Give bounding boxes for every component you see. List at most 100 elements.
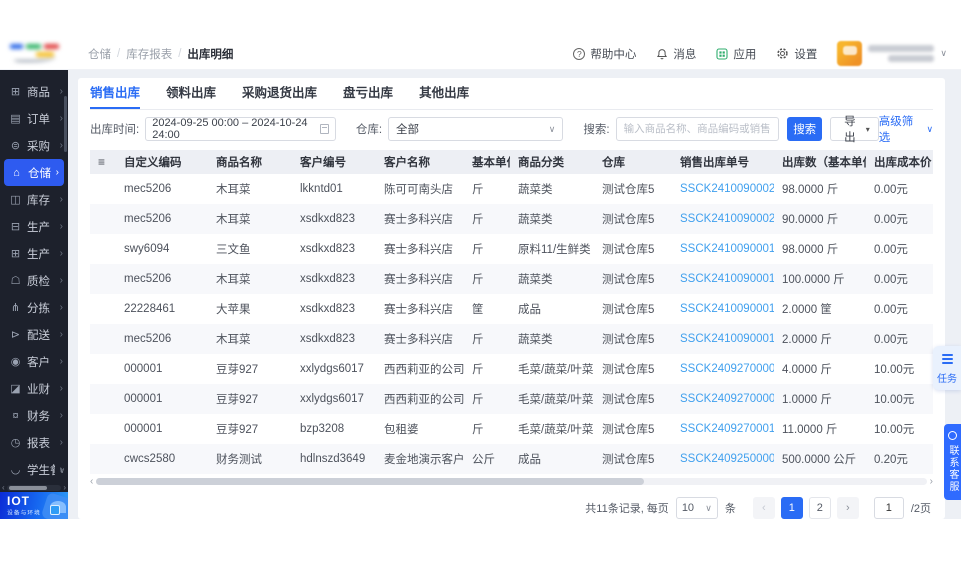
cell-customer_no: xxlydgs6017 xyxy=(300,393,364,405)
cell-category: 毛菜/蔬菜/叶菜 xyxy=(518,424,594,436)
page-button-2[interactable]: 2 xyxy=(808,497,831,519)
cell-customer_no: hdlnszd3649 xyxy=(300,453,366,465)
tab-other-outbound[interactable]: 其他出库 xyxy=(419,78,469,109)
cell-warehouse: 测试仓库5 xyxy=(602,304,655,316)
sidebar-item-finance[interactable]: ¤ 财务 › xyxy=(0,402,68,429)
table-hscroll-thumb[interactable] xyxy=(96,478,645,485)
export-button[interactable]: 导出 ▾ xyxy=(829,116,879,144)
row-spacer xyxy=(90,174,116,204)
page-button-1[interactable]: 1 xyxy=(780,497,803,519)
chevron-right-icon: › xyxy=(59,356,63,367)
sidebar-item-customer[interactable]: ◉ 客户 › xyxy=(0,348,68,375)
cell-warehouse: 测试仓库5 xyxy=(602,334,655,346)
page-size-select[interactable]: 10 ∨ xyxy=(675,497,718,519)
sidebar-item-report[interactable]: ◷ 报表 › xyxy=(0,429,68,456)
cell-order_no[interactable]: SSCK24100900021 xyxy=(672,174,774,204)
cell-name: 木耳菜 xyxy=(216,214,251,226)
cell-unit: 斤 xyxy=(472,274,484,286)
cell-order_no[interactable]: SSCK24092700004 xyxy=(672,354,774,384)
app-logo[interactable] xyxy=(8,41,66,67)
settings-button[interactable]: 设置 xyxy=(776,46,817,62)
warehouse-select[interactable]: 全部 ∨ xyxy=(388,117,564,141)
sidebar-hscrollbar[interactable]: ‹ › xyxy=(0,483,68,492)
page-jump-input[interactable] xyxy=(873,497,904,519)
cell-order_no[interactable]: SSCK24100900015 xyxy=(672,294,774,324)
topbar: 仓储 / 库存报表 / 出库明细 ? 帮助中心 消息 应用 设置 ∨ xyxy=(0,38,961,70)
sidebar-item-student-meal[interactable]: ◡学生餐› xyxy=(0,456,68,483)
help-center-button[interactable]: ? 帮助中心 xyxy=(573,46,636,62)
messages-button[interactable]: 消息 xyxy=(656,46,696,62)
sidebar-item-delivery[interactable]: ⊳ 配送 › xyxy=(0,321,68,348)
contact-support-widget[interactable]: 联系客服 xyxy=(944,424,961,500)
product-icon: ⊞ xyxy=(10,86,21,98)
record-summary: 共11条记录, 每页 xyxy=(585,503,669,515)
sidebar-hscroll-thumb[interactable] xyxy=(8,485,47,490)
date-range-input[interactable]: 2024-09-25 00:00 – 2024-10-24 24:00 xyxy=(145,117,336,141)
chevron-right-icon: › xyxy=(59,383,63,394)
cell-customer_no: xsdkxd823 xyxy=(300,303,355,315)
report-icon: ◷ xyxy=(10,437,21,449)
sidebar-item-biz-finance[interactable]: ◪ 业财 › xyxy=(0,375,68,402)
prev-page-button[interactable]: ‹ xyxy=(752,497,775,519)
bell-icon xyxy=(657,48,668,59)
chevron-right-icon: › xyxy=(59,437,63,448)
scroll-right-icon[interactable]: › xyxy=(930,477,933,487)
cell-order_no[interactable]: SSCK24092700004 xyxy=(672,384,774,414)
row-spacer xyxy=(90,444,116,474)
cell-qty: 100.0000 斤 xyxy=(782,274,845,286)
sidebar-item-quality[interactable]: ☖ 质检 › xyxy=(0,267,68,294)
chevron-down-icon: ∨ xyxy=(940,48,947,58)
breadcrumb: 仓储 / 库存报表 / 出库明细 xyxy=(88,46,233,62)
sidebar-scroll-down-icon[interactable]: ∨ xyxy=(59,466,65,475)
apps-button[interactable]: 应用 xyxy=(716,46,756,62)
tab-material-outbound[interactable]: 领料出库 xyxy=(166,78,216,109)
breadcrumb-item-inventory-report[interactable]: 库存报表 xyxy=(126,46,172,62)
search-input[interactable] xyxy=(615,117,780,141)
cell-order_no[interactable]: SSCK24092500004 xyxy=(672,444,774,474)
sidebar-item-label: 配送 xyxy=(27,329,50,342)
caret-down-icon: ▾ xyxy=(865,124,870,134)
sidebar-menu: ⊞ 商品 › ▤ 订单 › ⊜ 采购 › ⌂ 仓储 › ◫ 库存 › ⊟ 生产 › ⊞ 生产 › ☖ 质检 › ⋔ 分拣 › ⊳ 配送 ›… xyxy=(0,70,68,483)
table-hscrollbar[interactable]: ‹ › xyxy=(90,477,933,487)
cell-customer_name: 麦金地演示客户 xyxy=(384,454,464,466)
scroll-left-icon[interactable]: ‹ xyxy=(90,477,93,487)
iot-banner[interactable]: IOT 设备与环境 xyxy=(0,492,68,519)
column-settings-icon[interactable]: ≡ xyxy=(90,150,116,174)
chevron-right-icon: › xyxy=(59,140,63,151)
cell-order_no[interactable]: SSCK24100900017 xyxy=(672,264,774,294)
breadcrumb-item-warehouse[interactable]: 仓储 xyxy=(88,46,111,62)
cell-warehouse: 测试仓库5 xyxy=(602,274,655,286)
sidebar-item-production[interactable]: ⊟ 生产 › xyxy=(0,213,68,240)
sidebar-item-label: 生产 xyxy=(27,221,50,234)
sidebar-item-sorting[interactable]: ⋔ 分拣 › xyxy=(0,294,68,321)
tab-purchase-return-outbound[interactable]: 采购退货出库 xyxy=(242,78,317,109)
cell-order_no[interactable]: SSCK24092700011 xyxy=(672,414,774,444)
user-menu[interactable]: ∨ xyxy=(837,41,947,66)
advanced-filter-toggle[interactable]: 高级筛选 ∨ xyxy=(879,113,933,145)
task-widget[interactable]: 任务 xyxy=(933,346,961,390)
sidebar-item-product[interactable]: ⊞ 商品 › xyxy=(0,78,68,105)
cell-customer_no: xsdkxd823 xyxy=(300,273,355,285)
next-page-button[interactable]: › xyxy=(836,497,859,519)
production-2-icon: ⊞ xyxy=(10,248,21,260)
table-row: swy6094 三文鱼 xsdkxd823 赛士多科兴店 斤 原料11/生鲜类 测试仓库5 S… xyxy=(90,234,933,264)
sidebar-item-order[interactable]: ▤ 订单 › xyxy=(0,105,68,132)
sidebar-item-inventory[interactable]: ◫ 库存 › xyxy=(0,186,68,213)
tab-inventory-loss-outbound[interactable]: 盘亏出库 xyxy=(343,78,393,109)
chevron-right-icon: › xyxy=(59,221,63,232)
cell-order_no[interactable]: SSCK24100900015 xyxy=(672,324,774,354)
sidebar-item-production-2[interactable]: ⊞ 生产 › xyxy=(0,240,68,267)
tab-sales-outbound[interactable]: 销售出库 xyxy=(90,78,141,109)
cell-order_no[interactable]: SSCK24100900020 xyxy=(672,204,774,234)
scroll-right-icon[interactable]: › xyxy=(63,483,66,492)
row-spacer xyxy=(90,414,116,444)
sidebar-item-purchase[interactable]: ⊜ 采购 › xyxy=(0,132,68,159)
cell-category: 毛菜/蔬菜/叶菜 xyxy=(518,394,594,406)
sidebar-item-warehouse[interactable]: ⌂ 仓储 › xyxy=(4,159,64,186)
search-button[interactable]: 搜索 xyxy=(787,117,822,141)
sidebar-vscroll-thumb[interactable] xyxy=(64,96,67,152)
apps-icon xyxy=(716,47,728,60)
scroll-left-icon[interactable]: ‹ xyxy=(2,483,5,492)
cell-order_no[interactable]: SSCK24100900017 xyxy=(672,234,774,264)
cell-customer_name: 赛士多科兴店 xyxy=(384,274,453,286)
